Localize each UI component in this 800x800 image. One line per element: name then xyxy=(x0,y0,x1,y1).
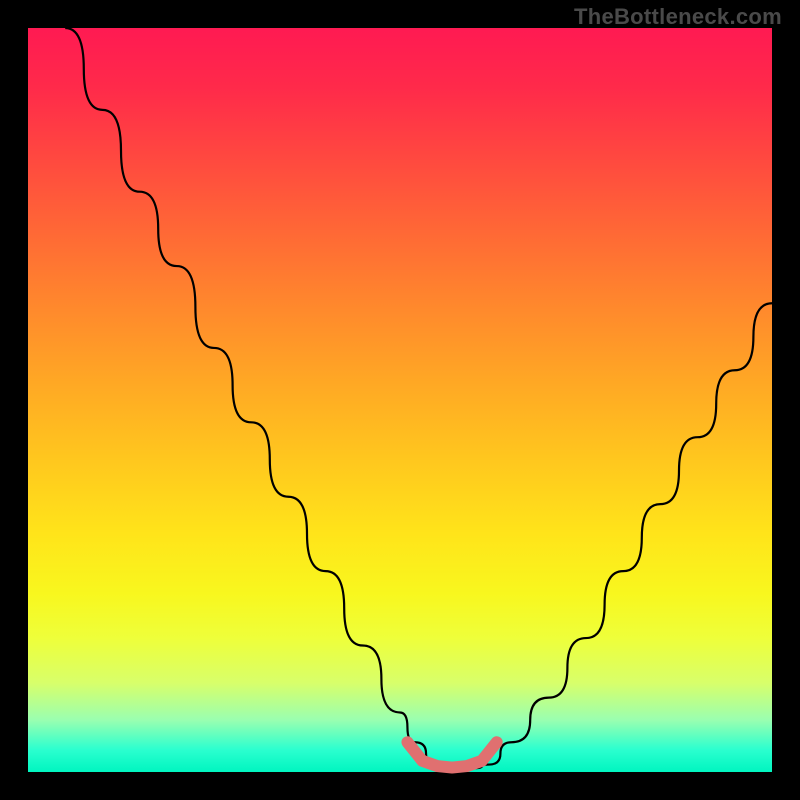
curve-layer xyxy=(28,28,772,772)
chart-frame: TheBottleneck.com xyxy=(0,0,800,800)
plot-area xyxy=(28,28,772,772)
bottleneck-curve xyxy=(65,28,772,768)
watermark-text: TheBottleneck.com xyxy=(574,4,782,30)
optimal-zone-marker xyxy=(407,742,496,767)
